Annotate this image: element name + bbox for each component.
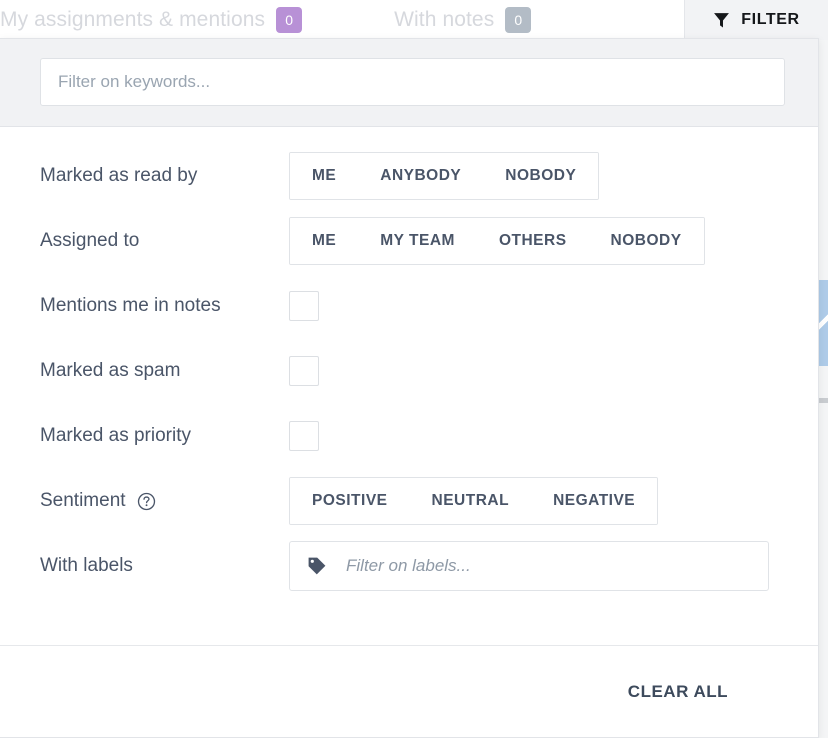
segment-option-nobody[interactable]: NOBODY (483, 153, 599, 199)
tab-badge-count: 0 (276, 7, 303, 33)
segment-option-negative[interactable]: NEGATIVE (531, 478, 658, 524)
keyword-search-input[interactable] (40, 58, 785, 106)
filter-panel: Marked as read by ME ANYBODY NOBODY Assi… (0, 38, 819, 738)
clear-all-button[interactable]: CLEAR ALL (622, 681, 734, 703)
filter-row-assigned-to: Assigned to ME MY TEAM OTHERS NOBODY (40, 216, 778, 266)
filter-panel-footer: CLEAR ALL (0, 645, 818, 737)
segment-option-others[interactable]: OTHERS (476, 218, 589, 264)
tab-label: With notes (394, 8, 495, 31)
segmented-control-assigned-to: ME MY TEAM OTHERS NOBODY (289, 217, 705, 265)
funnel-icon (713, 12, 730, 29)
checkbox-marked-as-priority[interactable] (289, 421, 319, 451)
filter-button-label: FILTER (741, 11, 800, 28)
filter-row-marked-as-read-by: Marked as read by ME ANYBODY NOBODY (40, 151, 778, 201)
checkbox-marked-as-spam[interactable] (289, 356, 319, 386)
tab-with-notes[interactable]: With notes 0 (394, 0, 545, 40)
row-label: Assigned to (40, 230, 140, 251)
checkbox-mentions-me-in-notes[interactable] (289, 291, 319, 321)
filter-panel-header (0, 39, 818, 127)
segment-option-anybody[interactable]: ANYBODY (358, 153, 484, 199)
segment-option-nobody[interactable]: NOBODY (588, 218, 704, 264)
labels-filter-field[interactable] (289, 541, 769, 591)
segment-option-me[interactable]: ME (290, 153, 359, 199)
segment-option-me[interactable]: ME (290, 218, 359, 264)
tab-my-assignments-mentions[interactable]: My assignments & mentions 0 (0, 0, 316, 40)
filter-row-with-labels: With labels (40, 541, 778, 591)
filter-panel-body: Marked as read by ME ANYBODY NOBODY Assi… (0, 127, 818, 645)
row-label: Marked as priority (40, 425, 191, 446)
segment-option-my-team[interactable]: MY TEAM (358, 218, 477, 264)
labels-filter-input[interactable] (344, 555, 752, 577)
tab-label: My assignments & mentions (0, 8, 266, 31)
segmented-control-marked-as-read-by: ME ANYBODY NOBODY (289, 152, 600, 200)
filter-row-marked-as-spam: Marked as spam (40, 346, 778, 396)
row-label-text: Sentiment (40, 490, 126, 511)
tab-badge-count: 0 (505, 7, 532, 33)
filter-row-sentiment: Sentiment POSITIVE NEUTRAL NEGATIVE (40, 476, 778, 526)
help-circle-icon[interactable] (137, 492, 156, 511)
filter-row-mentions-me-in-notes: Mentions me in notes (40, 281, 778, 331)
tag-icon (306, 555, 328, 577)
row-label: Mentions me in notes (40, 295, 221, 316)
segment-option-positive[interactable]: POSITIVE (290, 478, 410, 524)
row-label: Sentiment (40, 490, 289, 512)
row-label: With labels (40, 555, 133, 576)
segmented-control-sentiment: POSITIVE NEUTRAL NEGATIVE (289, 477, 659, 525)
scrollbar-tick (818, 398, 828, 403)
filter-button[interactable]: FILTER (684, 0, 828, 41)
segment-option-neutral[interactable]: NEUTRAL (409, 478, 532, 524)
row-label: Marked as read by (40, 165, 198, 186)
scrollbar-thumb[interactable] (818, 280, 828, 366)
row-label: Marked as spam (40, 360, 181, 381)
filter-row-marked-as-priority: Marked as priority (40, 411, 778, 461)
